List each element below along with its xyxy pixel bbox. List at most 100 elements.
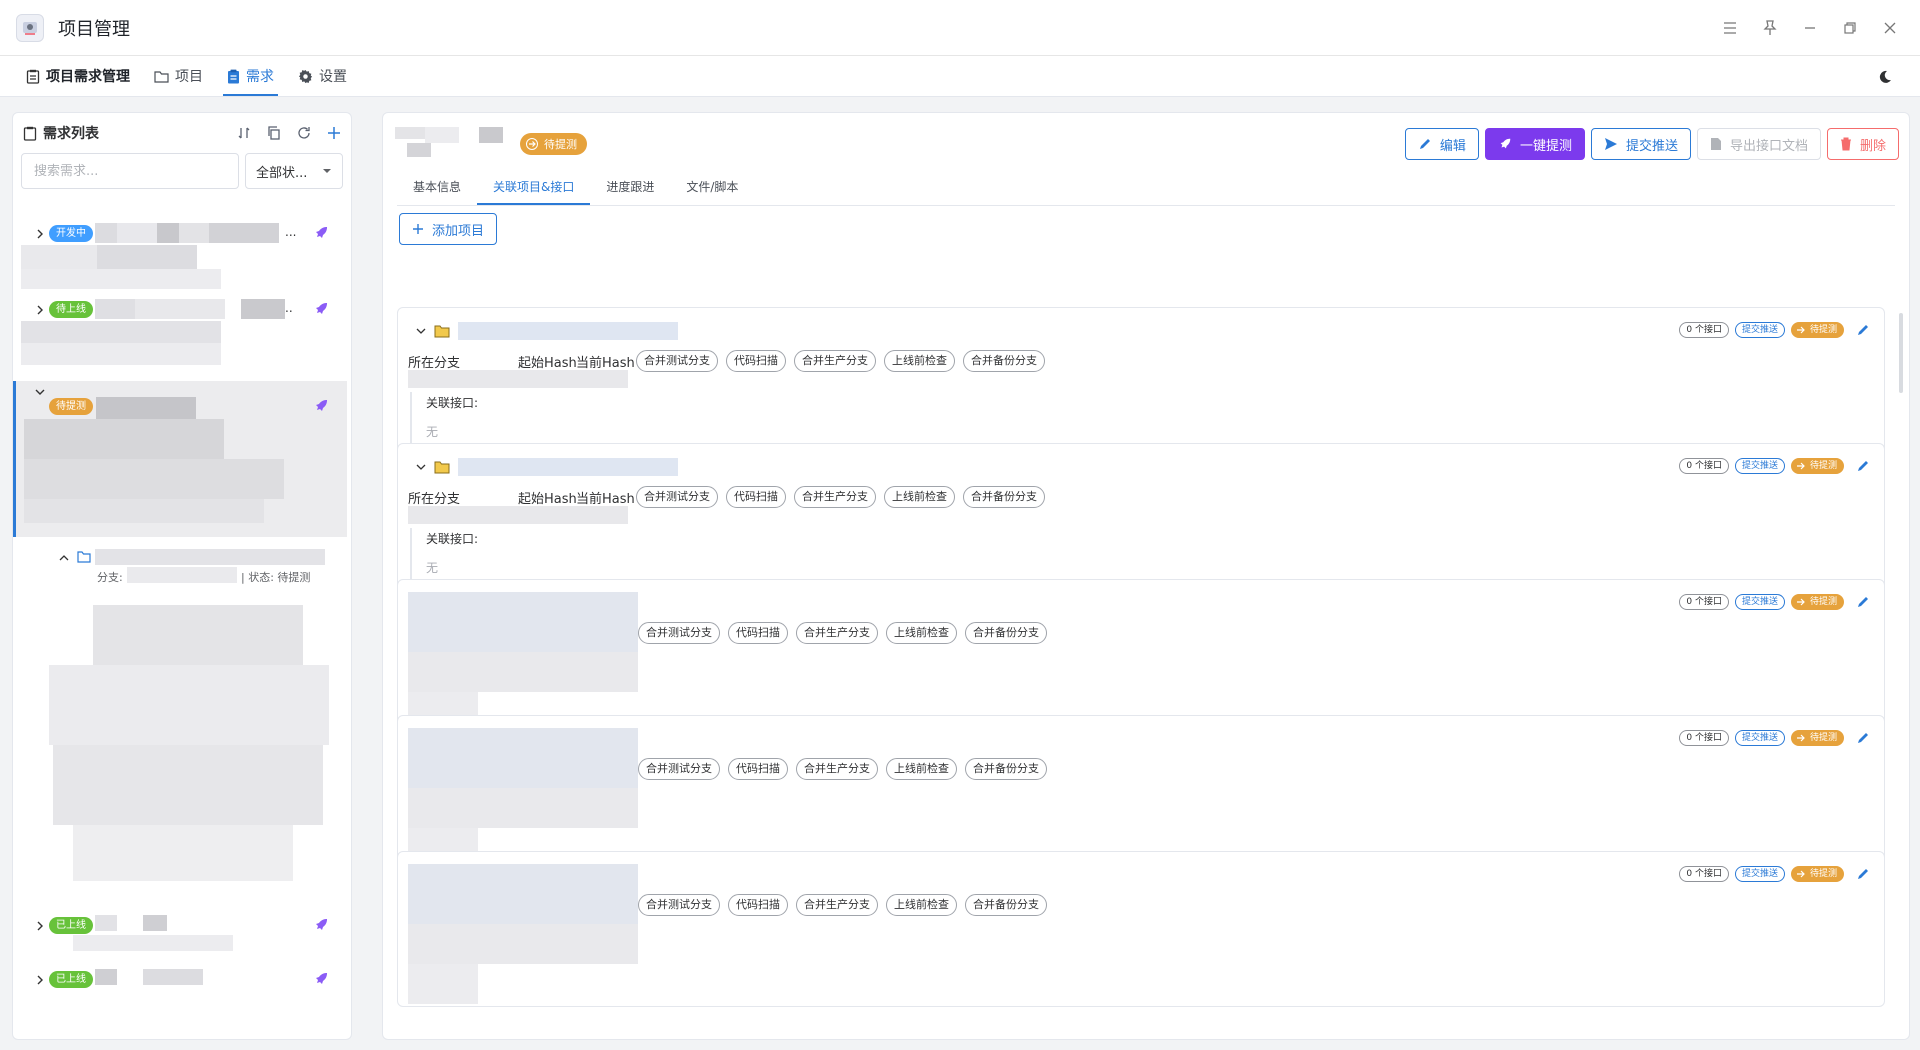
action-chip[interactable]: 代码扫描 [728,758,788,780]
refresh-icon[interactable] [295,124,313,142]
restore-icon[interactable] [1830,8,1870,48]
action-chip[interactable]: 上线前检查 [886,622,957,644]
one-click-test-button[interactable]: 一键提测 [1484,128,1585,160]
list-item[interactable]: 待上线 .. [13,299,347,365]
title-bar: 项目管理 [0,0,1920,56]
action-chip[interactable]: 合并备份分支 [963,486,1045,508]
menu-icon[interactable] [1710,8,1750,48]
action-chip[interactable]: 合并生产分支 [794,486,876,508]
action-chip[interactable]: 合并测试分支 [638,758,720,780]
action-chip[interactable]: 代码扫描 [728,622,788,644]
nav-tab-settings[interactable]: 设置 [286,56,359,96]
list-item[interactable]: 开发中 ... [13,223,347,289]
rocket-icon[interactable] [313,301,329,317]
tab-files[interactable]: 文件/脚本 [670,169,754,205]
pencil-icon[interactable] [1856,731,1870,745]
edit-button[interactable]: 编辑 [1404,128,1479,160]
action-chip[interactable]: 合并测试分支 [638,622,720,644]
push-tag[interactable]: 提交推送 [1734,730,1785,746]
action-chip[interactable]: 代码扫描 [726,350,786,372]
action-chip[interactable]: 合并测试分支 [638,894,720,916]
rocket-icon[interactable] [313,917,329,933]
action-chip[interactable]: 合并备份分支 [965,758,1047,780]
add-icon[interactable] [325,124,343,142]
action-chip[interactable]: 合并生产分支 [796,894,878,916]
action-chip[interactable]: 上线前检查 [884,486,955,508]
action-chip[interactable]: 合并备份分支 [963,350,1045,372]
export-docs-button[interactable]: 导出接口文档 [1696,128,1821,160]
nav-tab-projects[interactable]: 项目 [142,56,215,96]
rocket-icon[interactable] [313,225,329,241]
dark-mode-toggle[interactable] [1874,66,1896,88]
project-card: 所在分支 起始Hash 当前Hash 关联接口: 无 合并测试分支 代码扫描 合并生产分支 上线… [397,443,1885,599]
requirement-detail-panel: 待提测 编辑 一键提测 提交推送 导出接口文档 删除 基本信息 关联项目&接口 … [382,112,1910,1040]
action-chip[interactable]: 代码扫描 [726,486,786,508]
action-chip[interactable]: 上线前检查 [886,894,957,916]
submit-push-button[interactable]: 提交推送 [1590,128,1691,160]
status-tag: 待提测 [1790,730,1844,746]
push-tag[interactable]: 提交推送 [1734,458,1785,474]
status-tag: 待提测 [1790,594,1844,610]
scrollbar[interactable] [1899,313,1903,393]
nav-brand[interactable]: 项目需求管理 [22,56,142,96]
status-badge: 开发中 [49,225,93,242]
action-chip[interactable]: 合并备份分支 [965,894,1047,916]
clipboard-icon [26,69,40,84]
status-badge: 待提测 [49,398,93,415]
action-chip[interactable]: 合并备份分支 [965,622,1047,644]
chevron-down-icon[interactable] [33,385,47,399]
start-hash-label: 起始Hash [518,492,577,507]
nav-tab-requirements[interactable]: 需求 [215,56,286,96]
add-project-button[interactable]: 添加项目 [399,213,498,245]
current-hash-label: 当前Hash [576,492,635,507]
chevron-down-icon[interactable] [416,326,426,336]
tab-basic-info[interactable]: 基本信息 [397,169,477,205]
list-item[interactable]: 已上线 [13,915,347,955]
arrow-right-icon [526,138,538,150]
chevron-right-icon[interactable] [33,303,47,317]
chevron-right-icon[interactable] [33,973,47,987]
sub-project-row[interactable]: 分支: | 状态: 待提测 [47,549,347,584]
rocket-icon[interactable] [313,398,329,414]
sort-icon[interactable] [235,124,253,142]
close-icon[interactable] [1870,8,1910,48]
submit-push-label: 提交推送 [1625,138,1678,154]
pin-icon[interactable] [1750,8,1790,48]
push-tag[interactable]: 提交推送 [1734,594,1785,610]
tab-linked-projects[interactable]: 关联项目&接口 [477,169,591,205]
copy-icon[interactable] [265,124,283,142]
action-chip[interactable]: 合并生产分支 [794,350,876,372]
action-chip[interactable]: 上线前检查 [884,350,955,372]
chevron-right-icon[interactable] [33,919,47,933]
chevron-down-icon[interactable] [416,462,426,472]
interfaces-empty: 无 [426,425,439,439]
interfaces-label: 关联接口: [426,396,479,410]
action-chip[interactable]: 合并生产分支 [796,758,878,780]
chevron-up-icon[interactable] [59,553,69,563]
action-chip[interactable]: 合并生产分支 [796,622,878,644]
push-tag[interactable]: 提交推送 [1734,866,1785,882]
pencil-icon[interactable] [1856,459,1870,473]
tab-progress[interactable]: 进度跟进 [590,169,670,205]
status-badge: 已上线 [49,971,93,988]
status-filter-select[interactable]: 全部状... [245,153,343,189]
status-badge: 已上线 [49,917,93,934]
action-chip[interactable]: 上线前检查 [886,758,957,780]
pencil-icon[interactable] [1856,323,1870,337]
action-chip[interactable]: 合并测试分支 [636,486,718,508]
search-input[interactable] [21,153,239,189]
pencil-icon[interactable] [1856,595,1870,609]
project-card: 所在分支 起始Hash 当前Hash 关联接口: 无 合并测试分支 代码扫描 合并生产分支 上线… [397,307,1885,463]
item-title-ellipsis: ... [285,225,297,239]
action-chip[interactable]: 代码扫描 [728,894,788,916]
list-item-selected[interactable]: 待提测 [13,381,347,537]
rocket-icon[interactable] [313,971,329,987]
pencil-icon[interactable] [1856,867,1870,881]
requirements-list-panel: 需求列表 全部状... 开发中 ... [12,112,352,1040]
push-tag[interactable]: 提交推送 [1734,322,1785,338]
minimize-icon[interactable] [1790,8,1830,48]
chevron-right-icon[interactable] [33,227,47,241]
list-item[interactable]: 已上线 [13,969,347,1009]
delete-button[interactable]: 删除 [1826,128,1899,160]
action-chip[interactable]: 合并测试分支 [636,350,718,372]
